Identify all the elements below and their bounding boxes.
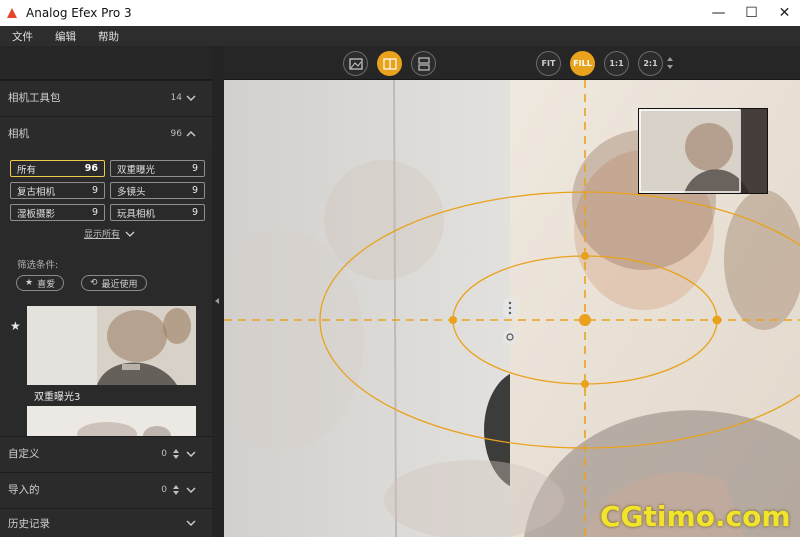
category-count: 9 xyxy=(191,185,198,196)
category-label: 复古相机 xyxy=(17,186,56,198)
filter-label: 筛选条件: xyxy=(17,260,59,271)
side-by-side-view-button[interactable] xyxy=(411,51,436,76)
preset-thumbnail-image xyxy=(27,406,196,436)
category-count: 9 xyxy=(91,185,98,196)
watermark: CGtimo.com xyxy=(600,500,791,533)
control-handle-bottom[interactable] xyxy=(581,380,589,388)
section-history[interactable]: 历史记录 xyxy=(0,508,212,537)
collapse-arrow-icon[interactable] xyxy=(215,298,219,304)
control-handle-left[interactable] xyxy=(449,316,457,324)
category-label: 湿板摄影 xyxy=(17,208,56,220)
close-button[interactable]: ✕ xyxy=(769,0,800,26)
section-title: 相机工具包 xyxy=(8,92,61,104)
window-controls: — ☐ ✕ xyxy=(703,0,800,26)
category-vintage-camera[interactable]: 复古相机 9 xyxy=(10,182,105,199)
category-double-exposure[interactable]: 双重曝光 9 xyxy=(110,160,205,177)
single-view-icon xyxy=(348,57,363,70)
center-control-point[interactable] xyxy=(579,314,591,326)
preset-thumbnail-label: 双重曝光3 xyxy=(34,392,81,403)
zoom-fill-button[interactable]: FILL xyxy=(570,51,595,76)
reset-icon[interactable] xyxy=(503,330,517,344)
left-panel: 相机工具包 14 相机 96 所有 96 双重曝光 9 复古相机 9 多镜头 9… xyxy=(0,46,212,537)
chevron-down-icon xyxy=(125,231,135,237)
filter-recent-button[interactable]: ⟲ 最近使用 xyxy=(81,275,147,291)
app-title: Analog Efex Pro 3 xyxy=(26,6,132,20)
navigator-image xyxy=(639,109,767,193)
chevron-down-icon[interactable] xyxy=(186,449,196,459)
category-label: 所有 xyxy=(17,164,37,176)
menu-help[interactable]: 帮助 xyxy=(98,29,119,44)
section-imported[interactable]: 导入的 0 xyxy=(0,472,212,506)
preset-thumbnail-image xyxy=(27,306,196,385)
category-label: 玩具相机 xyxy=(117,208,156,220)
filter-label-favorites: 喜爱 xyxy=(37,279,56,290)
navigator-panel[interactable] xyxy=(638,108,768,194)
section-count: 0 xyxy=(161,448,167,459)
panel-header-spacer xyxy=(0,46,212,80)
preset-thumbnail[interactable] xyxy=(27,306,196,385)
section-count: 14 xyxy=(170,92,182,103)
chevron-down-icon[interactable] xyxy=(186,93,196,103)
single-view-button[interactable] xyxy=(343,51,368,76)
side-by-side-view-icon xyxy=(417,56,430,71)
zoom-2-1-button[interactable]: 2:1 xyxy=(638,51,663,76)
chevron-down-icon[interactable] xyxy=(186,518,196,528)
control-handle-right[interactable] xyxy=(712,315,722,325)
sort-arrows-icon[interactable] xyxy=(172,448,180,460)
zoom-1-1-button[interactable]: 1:1 xyxy=(604,51,629,76)
section-cameras[interactable]: 相机 96 xyxy=(0,116,212,150)
category-all[interactable]: 所有 96 xyxy=(10,160,105,177)
category-toy-camera[interactable]: 玩具相机 9 xyxy=(110,204,205,221)
category-wet-plate[interactable]: 湿板摄影 9 xyxy=(10,204,105,221)
menu-edit[interactable]: 编辑 xyxy=(55,29,76,44)
category-label: 多镜头 xyxy=(117,186,146,198)
category-count: 9 xyxy=(91,207,98,218)
filter-favorites-button[interactable]: ★ 喜爱 xyxy=(16,275,65,291)
panel-collapse-handle[interactable] xyxy=(212,46,224,537)
category-count: 9 xyxy=(191,207,198,218)
preview-toolbar xyxy=(224,46,800,80)
category-multi-lens[interactable]: 多镜头 9 xyxy=(110,182,205,199)
category-count: 9 xyxy=(191,163,198,174)
show-all-label: 显示所有 xyxy=(84,230,121,240)
split-view-button[interactable] xyxy=(377,51,402,76)
section-count: 0 xyxy=(161,484,167,495)
star-icon: ★ xyxy=(25,278,34,288)
section-title: 自定义 xyxy=(8,448,40,460)
zoom-stepper-icon[interactable] xyxy=(667,56,673,70)
image-preview[interactable] xyxy=(224,80,800,537)
show-all-link[interactable]: 显示所有 xyxy=(84,227,135,240)
section-count: 96 xyxy=(170,128,182,139)
chevron-up-icon[interactable] xyxy=(186,129,196,139)
filter-label-recent: 最近使用 xyxy=(101,279,138,290)
preset-thumbnail[interactable] xyxy=(27,406,196,436)
section-custom[interactable]: 自定义 0 xyxy=(0,436,212,470)
section-title: 相机 xyxy=(8,128,29,140)
maximize-button[interactable]: ☐ xyxy=(736,0,767,26)
title-bar: Analog Efex Pro 3 — ☐ ✕ xyxy=(0,0,800,26)
category-label: 双重曝光 xyxy=(117,164,156,176)
app-logo-icon xyxy=(6,7,18,19)
split-view-icon xyxy=(382,57,397,70)
chevron-down-icon[interactable] xyxy=(186,485,196,495)
menu-bar: 文件 编辑 帮助 xyxy=(0,26,800,46)
zoom-fit-button[interactable]: FIT xyxy=(536,51,561,76)
menu-file[interactable]: 文件 xyxy=(12,29,33,44)
section-title: 导入的 xyxy=(8,484,40,496)
favorite-star-icon[interactable]: ★ xyxy=(10,319,21,333)
section-title: 历史记录 xyxy=(8,517,50,530)
sort-arrows-icon[interactable] xyxy=(172,484,180,496)
category-count: 96 xyxy=(84,163,98,174)
control-handle-top[interactable] xyxy=(581,252,589,260)
minimize-button[interactable]: — xyxy=(703,0,734,26)
history-icon: ⟲ xyxy=(90,278,98,288)
section-camera-kits[interactable]: 相机工具包 14 xyxy=(0,80,212,114)
